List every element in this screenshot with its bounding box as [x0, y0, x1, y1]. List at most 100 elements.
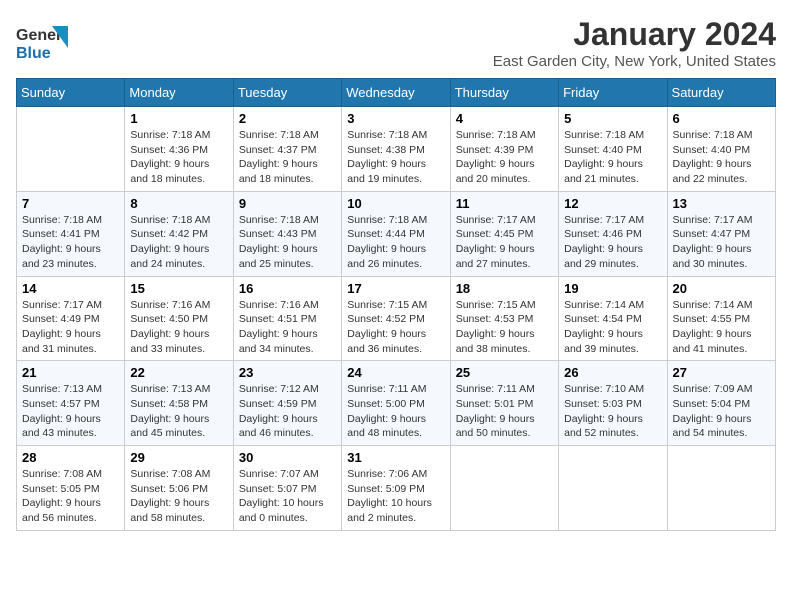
calendar-cell: 8Sunrise: 7:18 AMSunset: 4:42 PMDaylight…: [125, 191, 233, 276]
day-number: 5: [564, 111, 661, 126]
day-number: 4: [456, 111, 553, 126]
calendar-cell: 18 Sunrise: 7:15 AMSunset: 4:53 PMDayligh…: [450, 276, 558, 361]
calendar-table: SundayMondayTuesdayWednesdayThursdayFrid…: [16, 78, 776, 531]
header-saturday: Saturday: [667, 79, 775, 107]
cell-content: Sunrise: 7:17 AMSunset: 4:45 PMDaylight:…: [456, 213, 553, 272]
week-row-3: 21 Sunrise: 7:13 AMSunset: 4:57 PMDayligh…: [17, 361, 776, 446]
day-number: 30: [239, 450, 336, 465]
cell-content: Sunrise: 7:17 AMSunset: 4:49 PMDaylight:…: [22, 298, 119, 357]
logo: General Blue: [16, 16, 72, 68]
day-number: 14: [22, 281, 119, 296]
cell-content: Sunrise: 7:18 AMSunset: 4:42 PMDaylight:…: [130, 213, 227, 272]
calendar-subtitle: East Garden City, New York, United State…: [493, 53, 776, 70]
calendar-title: January 2024: [493, 16, 776, 53]
week-row-4: 28Sunrise: 7:08 AMSunset: 5:05 PMDayligh…: [17, 446, 776, 531]
title-block: January 2024 East Garden City, New York,…: [493, 16, 776, 70]
cell-content: Sunrise: 7:15 AMSunset: 4:53 PMDaylight:…: [456, 298, 553, 357]
cell-content: Sunrise: 7:16 AMSunset: 4:50 PMDaylight:…: [130, 298, 227, 357]
header-monday: Monday: [125, 79, 233, 107]
day-number: 19: [564, 281, 661, 296]
cell-content: Sunrise: 7:11 AMSunset: 5:01 PMDaylight:…: [456, 382, 553, 441]
cell-content: Sunrise: 7:14 AMSunset: 4:55 PMDaylight:…: [673, 298, 770, 357]
day-number: 3: [347, 111, 444, 126]
logo-icon: General Blue: [16, 16, 68, 68]
calendar-cell: 2Sunrise: 7:18 AMSunset: 4:37 PMDaylight…: [233, 107, 341, 192]
day-number: 18: [456, 281, 553, 296]
calendar-cell: 10Sunrise: 7:18 AMSunset: 4:44 PMDayligh…: [342, 191, 450, 276]
cell-content: Sunrise: 7:09 AMSunset: 5:04 PMDaylight:…: [673, 382, 770, 441]
calendar-cell: 22Sunrise: 7:13 AMSunset: 4:58 PMDayligh…: [125, 361, 233, 446]
calendar-cell: 21 Sunrise: 7:13 AMSunset: 4:57 PMDayligh…: [17, 361, 125, 446]
cell-content: Sunrise: 7:18 AMSunset: 4:40 PMDaylight:…: [564, 128, 661, 187]
calendar-cell: 9 Sunrise: 7:18 AMSunset: 4:43 PMDaylight…: [233, 191, 341, 276]
cell-content: Sunrise: 7:06 AMSunset: 5:09 PMDaylight:…: [347, 467, 444, 526]
calendar-cell: [667, 446, 775, 531]
calendar-cell: 11Sunrise: 7:17 AMSunset: 4:45 PMDayligh…: [450, 191, 558, 276]
day-number: 26: [564, 365, 661, 380]
calendar-cell: 27 Sunrise: 7:09 AMSunset: 5:04 PMDayligh…: [667, 361, 775, 446]
header-row: SundayMondayTuesdayWednesdayThursdayFrid…: [17, 79, 776, 107]
cell-content: Sunrise: 7:15 AMSunset: 4:52 PMDaylight:…: [347, 298, 444, 357]
calendar-cell: 1 Sunrise: 7:18 AMSunset: 4:36 PMDaylight…: [125, 107, 233, 192]
calendar-cell: 3Sunrise: 7:18 AMSunset: 4:38 PMDaylight…: [342, 107, 450, 192]
week-row-2: 14 Sunrise: 7:17 AMSunset: 4:49 PMDayligh…: [17, 276, 776, 361]
day-number: 29: [130, 450, 227, 465]
day-number: 24: [347, 365, 444, 380]
day-number: 17: [347, 281, 444, 296]
cell-content: Sunrise: 7:08 AMSunset: 5:05 PMDaylight:…: [22, 467, 119, 526]
cell-content: Sunrise: 7:17 AMSunset: 4:47 PMDaylight:…: [673, 213, 770, 272]
calendar-cell: 31 Sunrise: 7:06 AMSunset: 5:09 PMDayligh…: [342, 446, 450, 531]
calendar-cell: 25 Sunrise: 7:11 AMSunset: 5:01 PMDayligh…: [450, 361, 558, 446]
day-number: 20: [673, 281, 770, 296]
calendar-cell: 6 Sunrise: 7:18 AMSunset: 4:40 PMDaylight…: [667, 107, 775, 192]
cell-content: Sunrise: 7:12 AMSunset: 4:59 PMDaylight:…: [239, 382, 336, 441]
day-number: 1: [130, 111, 227, 126]
calendar-cell: 15Sunrise: 7:16 AMSunset: 4:50 PMDayligh…: [125, 276, 233, 361]
calendar-cell: [17, 107, 125, 192]
cell-content: Sunrise: 7:17 AMSunset: 4:46 PMDaylight:…: [564, 213, 661, 272]
day-number: 22: [130, 365, 227, 380]
calendar-cell: [450, 446, 558, 531]
cell-content: Sunrise: 7:18 AMSunset: 4:43 PMDaylight:…: [239, 213, 336, 272]
cell-content: Sunrise: 7:13 AMSunset: 4:57 PMDaylight:…: [22, 382, 119, 441]
day-number: 21: [22, 365, 119, 380]
calendar-cell: 5 Sunrise: 7:18 AMSunset: 4:40 PMDaylight…: [559, 107, 667, 192]
calendar-cell: 4 Sunrise: 7:18 AMSunset: 4:39 PMDaylight…: [450, 107, 558, 192]
day-number: 7: [22, 196, 119, 211]
day-number: 9: [239, 196, 336, 211]
header-sunday: Sunday: [17, 79, 125, 107]
calendar-cell: 23 Sunrise: 7:12 AMSunset: 4:59 PMDayligh…: [233, 361, 341, 446]
cell-content: Sunrise: 7:14 AMSunset: 4:54 PMDaylight:…: [564, 298, 661, 357]
day-number: 13: [673, 196, 770, 211]
cell-content: Sunrise: 7:11 AMSunset: 5:00 PMDaylight:…: [347, 382, 444, 441]
cell-content: Sunrise: 7:18 AMSunset: 4:44 PMDaylight:…: [347, 213, 444, 272]
cell-content: Sunrise: 7:10 AMSunset: 5:03 PMDaylight:…: [564, 382, 661, 441]
cell-content: Sunrise: 7:16 AMSunset: 4:51 PMDaylight:…: [239, 298, 336, 357]
svg-text:Blue: Blue: [16, 45, 51, 62]
cell-content: Sunrise: 7:08 AMSunset: 5:06 PMDaylight:…: [130, 467, 227, 526]
calendar-cell: 19 Sunrise: 7:14 AMSunset: 4:54 PMDayligh…: [559, 276, 667, 361]
calendar-cell: 16 Sunrise: 7:16 AMSunset: 4:51 PMDayligh…: [233, 276, 341, 361]
calendar-cell: 17 Sunrise: 7:15 AMSunset: 4:52 PMDayligh…: [342, 276, 450, 361]
day-number: 16: [239, 281, 336, 296]
calendar-cell: 26 Sunrise: 7:10 AMSunset: 5:03 PMDayligh…: [559, 361, 667, 446]
cell-content: Sunrise: 7:07 AMSunset: 5:07 PMDaylight:…: [239, 467, 336, 526]
calendar-cell: 13 Sunrise: 7:17 AMSunset: 4:47 PMDayligh…: [667, 191, 775, 276]
calendar-cell: 30 Sunrise: 7:07 AMSunset: 5:07 PMDayligh…: [233, 446, 341, 531]
calendar-cell: 24 Sunrise: 7:11 AMSunset: 5:00 PMDayligh…: [342, 361, 450, 446]
calendar-cell: 12Sunrise: 7:17 AMSunset: 4:46 PMDayligh…: [559, 191, 667, 276]
header-wednesday: Wednesday: [342, 79, 450, 107]
cell-content: Sunrise: 7:18 AMSunset: 4:39 PMDaylight:…: [456, 128, 553, 187]
cell-content: Sunrise: 7:18 AMSunset: 4:36 PMDaylight:…: [130, 128, 227, 187]
day-number: 25: [456, 365, 553, 380]
cell-content: Sunrise: 7:18 AMSunset: 4:41 PMDaylight:…: [22, 213, 119, 272]
cell-content: Sunrise: 7:18 AMSunset: 4:40 PMDaylight:…: [673, 128, 770, 187]
day-number: 6: [673, 111, 770, 126]
page-header: General Blue January 2024 East Garden Ci…: [16, 16, 776, 70]
day-number: 27: [673, 365, 770, 380]
day-number: 31: [347, 450, 444, 465]
calendar-cell: [559, 446, 667, 531]
day-number: 23: [239, 365, 336, 380]
day-number: 2: [239, 111, 336, 126]
header-tuesday: Tuesday: [233, 79, 341, 107]
